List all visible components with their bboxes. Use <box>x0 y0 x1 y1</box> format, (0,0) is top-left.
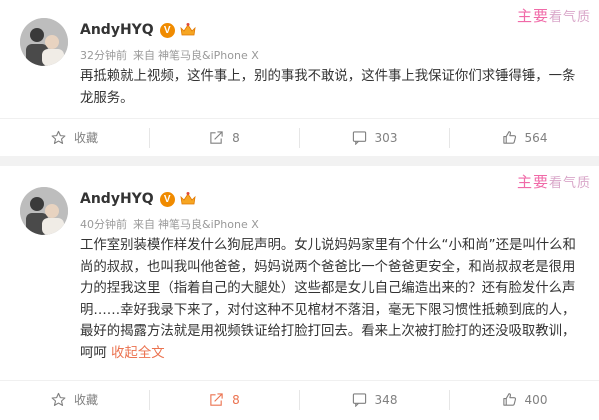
crown-icon <box>180 23 196 36</box>
comment-count: 348 <box>374 392 398 407</box>
like-button[interactable]: 564 <box>450 128 599 148</box>
post-text-content: 再抵赖就上视频，这件事上，别的事我不敢说，这件事上我保证你们求锤得锤，一条龙服务… <box>80 69 576 106</box>
comment-button[interactable]: 303 <box>300 127 450 148</box>
favorite-button[interactable]: 收藏 <box>0 127 150 148</box>
action-bar: 收藏 8 303 564 <box>0 118 599 156</box>
watermark: 主要看气质 <box>517 5 591 26</box>
watermark-part1: 主要 <box>516 173 549 191</box>
username[interactable]: AndyHYQ <box>80 22 154 38</box>
repost-icon <box>210 393 223 406</box>
verified-icon: V <box>159 22 175 38</box>
watermark-part2: 看气质 <box>548 176 591 191</box>
post-text-content: 工作室别装模作样发什么狗屁声明。女儿说妈妈家里有个什么“小和尚”还是叫什么和尚的… <box>80 238 576 361</box>
weibo-post-2: AndyHYQ V 40分钟前 来自 神笔马良&iPhone X 主要看气质 工作室… <box>0 166 599 420</box>
collapse-text-link[interactable]: 收起全文 <box>111 346 165 361</box>
watermark: 主要看气质 <box>517 171 591 192</box>
star-icon <box>51 130 66 144</box>
favorite-label: 收藏 <box>73 393 98 407</box>
thumbs-up-icon <box>502 131 516 144</box>
action-bar: 收藏 8 348 400 <box>0 380 599 418</box>
repost-button[interactable]: 8 <box>150 127 300 148</box>
source-prefix: 来自 <box>133 218 155 231</box>
repost-button[interactable]: 8 <box>150 389 300 410</box>
comment-button[interactable]: 348 <box>300 389 450 410</box>
thumbs-up-icon <box>502 393 516 406</box>
post-text: 工作室别装模作样发什么狗屁声明。女儿说妈妈家里有个什么“小和尚”还是叫什么和尚的… <box>80 235 585 364</box>
post-text: 再抵赖就上视频，这件事上，别的事我不敢说，这件事上我保证你们求锤得锤，一条龙服务… <box>80 66 585 109</box>
comment-count: 303 <box>374 130 398 145</box>
username[interactable]: AndyHYQ <box>80 191 154 207</box>
crown-icon <box>180 192 196 205</box>
watermark-part1: 主要 <box>516 7 549 25</box>
like-count: 400 <box>524 392 548 407</box>
avatar[interactable] <box>20 187 68 235</box>
post-source[interactable]: 神笔马良&iPhone X <box>158 49 259 62</box>
like-button[interactable]: 400 <box>450 390 599 410</box>
post-source[interactable]: 神笔马良&iPhone X <box>158 218 259 231</box>
star-icon <box>51 392 66 406</box>
repost-count: 8 <box>232 392 240 407</box>
comment-icon <box>352 393 366 407</box>
verified-icon: V <box>159 191 175 207</box>
post-meta: 32分钟前 来自 神笔马良&iPhone X <box>80 47 265 63</box>
avatar[interactable] <box>20 18 68 66</box>
favorite-label: 收藏 <box>73 131 98 145</box>
avatar-photo-icon <box>20 18 68 66</box>
avatar-photo-icon <box>20 187 68 235</box>
post-time[interactable]: 32分钟前 <box>80 49 127 62</box>
favorite-button[interactable]: 收藏 <box>0 389 150 410</box>
post-time[interactable]: 40分钟前 <box>80 218 127 231</box>
weibo-post-1: AndyHYQ V 32分钟前 来自 神笔马良&iPhone X 主要看气质 再抵赖… <box>0 0 599 156</box>
like-count: 564 <box>524 130 548 145</box>
source-prefix: 来自 <box>133 49 155 62</box>
repost-count: 8 <box>232 130 240 145</box>
comment-icon <box>352 131 366 145</box>
repost-icon <box>210 131 223 144</box>
post-meta: 40分钟前 来自 神笔马良&iPhone X <box>80 216 265 232</box>
watermark-part2: 看气质 <box>548 10 591 25</box>
